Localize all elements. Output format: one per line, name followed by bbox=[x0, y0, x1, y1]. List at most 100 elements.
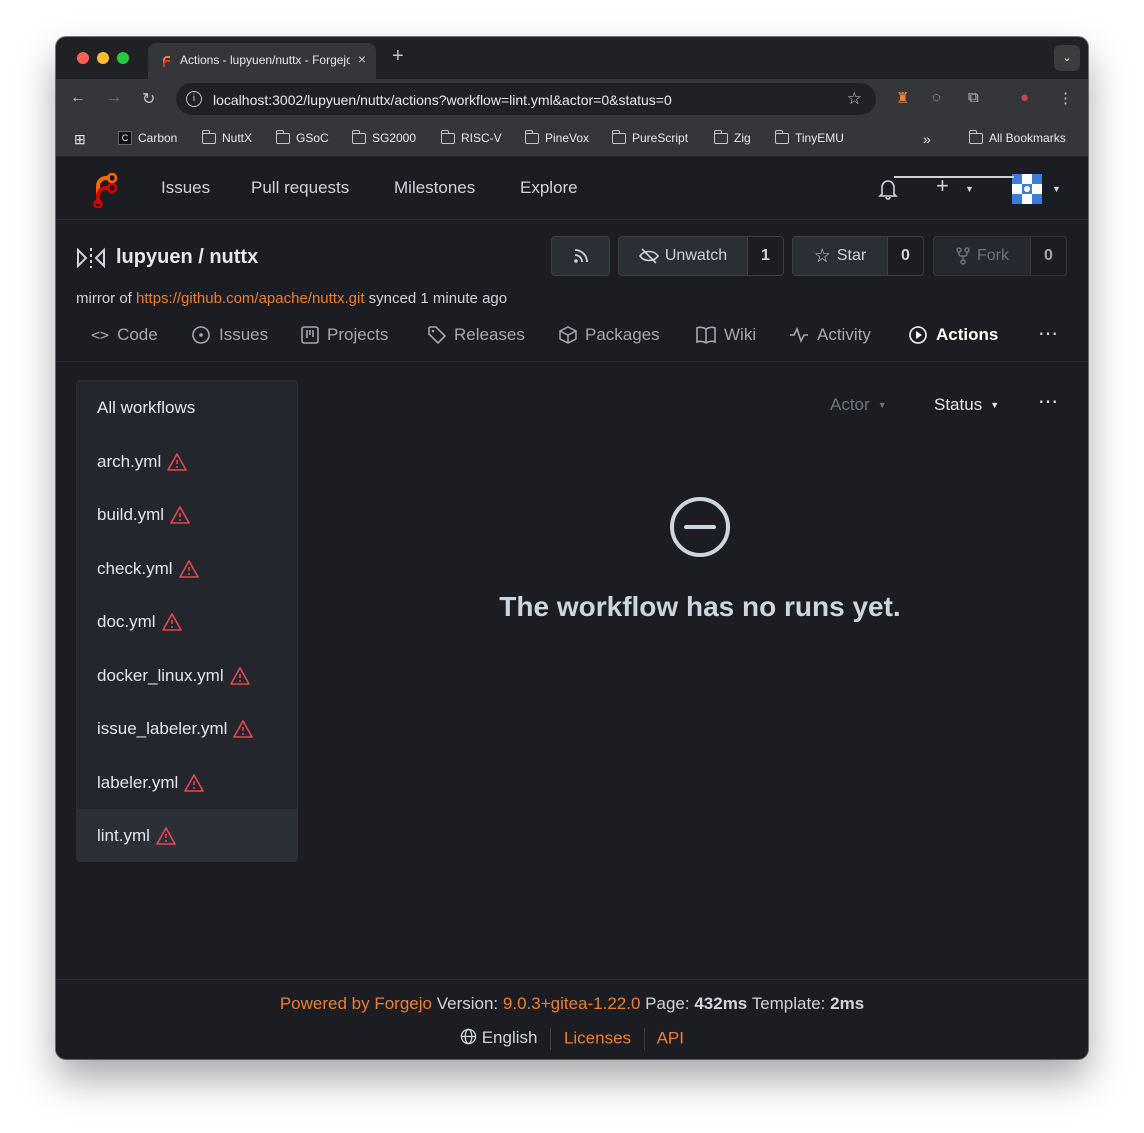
tab-wiki[interactable]: Wiki bbox=[696, 325, 756, 345]
bookmark-zig[interactable]: Zig bbox=[713, 129, 751, 145]
language-selector[interactable]: English bbox=[460, 1028, 542, 1047]
forgejo-favicon-icon bbox=[163, 56, 170, 67]
empty-state-message: The workflow has no runs yet. bbox=[499, 591, 901, 622]
extension-icon[interactable]: ♜ bbox=[896, 89, 909, 107]
user-avatar[interactable] bbox=[1012, 174, 1042, 204]
warning-icon bbox=[184, 773, 205, 792]
tab-issues[interactable]: Issues bbox=[191, 325, 268, 345]
workflow-item-docker-linux[interactable]: docker_linux.yml bbox=[77, 649, 297, 702]
browser-menu-icon[interactable]: ⋮ bbox=[1058, 89, 1073, 107]
bookmark-carbon[interactable]: C Carbon bbox=[118, 131, 177, 145]
address-bar[interactable]: i localhost:3002/lupyuen/nuttx/actions?w… bbox=[176, 83, 876, 115]
watch-count[interactable]: 1 bbox=[747, 237, 783, 275]
sync-extension-icon[interactable]: ◌ bbox=[932, 89, 941, 106]
star-button[interactable]: ☆ Star bbox=[793, 237, 887, 275]
warning-icon bbox=[229, 666, 250, 685]
site-info-icon[interactable]: i bbox=[186, 91, 202, 107]
workflow-item-all[interactable]: All workflows bbox=[77, 381, 297, 434]
all-bookmarks[interactable]: All Bookmarks bbox=[968, 129, 1066, 145]
mirror-url-link[interactable]: https://github.com/apache/nuttx.git bbox=[136, 290, 364, 307]
bookmarks-overflow-icon[interactable]: » bbox=[923, 131, 931, 147]
bookmark-sg2000[interactable]: SG2000 bbox=[351, 129, 416, 145]
apps-grid-icon[interactable]: ⊞ bbox=[74, 131, 86, 148]
nav-milestones-link[interactable]: Milestones bbox=[394, 178, 475, 198]
bookmark-star-icon[interactable]: ☆ bbox=[847, 89, 862, 109]
version-link[interactable]: 9.0.3+gitea-1.22.0 bbox=[503, 994, 641, 1013]
user-menu-caret-icon[interactable]: ▼ bbox=[1052, 184, 1061, 194]
forward-arrow-icon[interactable]: → bbox=[106, 89, 122, 107]
profile-avatar-icon[interactable]: ● bbox=[1020, 89, 1029, 106]
rss-feed-button[interactable] bbox=[551, 236, 610, 276]
star-count[interactable]: 0 bbox=[887, 237, 923, 275]
footer-links-line: English Licenses API bbox=[56, 1028, 1088, 1050]
forgejo-logo-icon[interactable] bbox=[88, 170, 120, 208]
bookmark-purescript[interactable]: PureScript bbox=[611, 129, 688, 145]
nav-pull-requests-link[interactable]: Pull requests bbox=[251, 178, 349, 198]
warning-icon bbox=[170, 505, 190, 524]
bookmark-gsoc[interactable]: GSoC bbox=[275, 129, 329, 145]
tabs-divider bbox=[56, 361, 1088, 362]
more-options-icon[interactable]: ⋯ bbox=[1038, 389, 1058, 414]
workflow-item-issue-labeler[interactable]: issue_labeler.yml bbox=[77, 702, 297, 755]
close-tab-icon[interactable]: × bbox=[358, 51, 366, 67]
warning-icon bbox=[233, 719, 254, 738]
browser-window: Actions - lupyuen/nuttx - Forgejo × + ⌄ … bbox=[56, 37, 1088, 1059]
folder-icon bbox=[351, 129, 366, 144]
warning-icon bbox=[178, 559, 199, 578]
fork-count[interactable]: 0 bbox=[1030, 237, 1066, 275]
workflow-item-lint[interactable]: lint.yml bbox=[77, 809, 297, 861]
more-tabs-icon[interactable]: ⋯ bbox=[1038, 321, 1058, 346]
tab-bar: Actions - lupyuen/nuttx - Forgejo × + ⌄ bbox=[56, 37, 1088, 79]
star-button-group: ☆ Star 0 bbox=[792, 236, 924, 276]
folder-icon bbox=[524, 129, 539, 144]
bookmark-risc-v[interactable]: RISC-V bbox=[440, 129, 502, 145]
folder-icon bbox=[440, 129, 455, 144]
tab-packages[interactable]: Packages bbox=[559, 325, 660, 345]
tab-releases[interactable]: Releases bbox=[428, 325, 525, 345]
tab-activity[interactable]: Activity bbox=[789, 325, 871, 345]
warning-icon bbox=[167, 452, 188, 471]
nav-issues-link[interactable]: Issues bbox=[161, 178, 210, 198]
workflow-item-arch[interactable]: arch.yml bbox=[77, 435, 297, 488]
tab-code[interactable]: <> Code bbox=[91, 325, 158, 345]
bookmark-tinyemu[interactable]: TinyEMU bbox=[774, 129, 844, 145]
url-text[interactable]: localhost:3002/lupyuen/nuttx/actions?wor… bbox=[213, 92, 672, 108]
workflow-item-check[interactable]: check.yml bbox=[77, 542, 297, 595]
tab-search-button[interactable]: ⌄ bbox=[1054, 45, 1080, 71]
footer-separator bbox=[550, 1028, 552, 1050]
licenses-link[interactable]: Licenses bbox=[564, 1028, 631, 1047]
tab-actions[interactable]: Actions bbox=[908, 325, 998, 345]
unwatch-button[interactable]: Unwatch bbox=[619, 237, 747, 275]
extensions-puzzle-icon[interactable]: ⧉ bbox=[968, 89, 979, 106]
create-dropdown-caret-icon[interactable]: ▼ bbox=[965, 184, 974, 194]
template-time: 2ms bbox=[830, 994, 865, 1013]
status-filter-dropdown[interactable]: Status ▼ bbox=[934, 395, 999, 415]
fork-button[interactable]: Fork bbox=[934, 237, 1030, 275]
workflow-item-build[interactable]: build.yml bbox=[77, 488, 297, 541]
back-arrow-icon[interactable]: ← bbox=[70, 89, 86, 107]
actor-filter-dropdown[interactable]: Actor ▼ bbox=[830, 395, 887, 415]
notifications-bell-icon[interactable] bbox=[878, 178, 898, 200]
folder-icon bbox=[275, 129, 290, 144]
fork-button-group: Fork 0 bbox=[933, 236, 1067, 276]
browser-tab-actions[interactable]: Actions - lupyuen/nuttx - Forgejo × bbox=[148, 43, 376, 79]
tab-title: Actions - lupyuen/nuttx - Forgejo bbox=[180, 53, 350, 67]
footer-version-line: Powered by Forgejo Version: 9.0.3+gitea-… bbox=[279, 994, 865, 1013]
book-icon bbox=[696, 326, 716, 344]
folder-icon bbox=[774, 129, 789, 144]
package-icon bbox=[559, 326, 577, 344]
folder-icon bbox=[201, 129, 216, 144]
workflow-item-labeler[interactable]: labeler.yml bbox=[77, 756, 297, 809]
maximize-window-button[interactable] bbox=[117, 52, 129, 64]
api-link[interactable]: API bbox=[657, 1028, 684, 1047]
powered-by-link[interactable]: Powered by Forgejo bbox=[280, 994, 432, 1013]
minimize-window-button[interactable] bbox=[97, 52, 109, 64]
bookmark-pinevox[interactable]: PineVox bbox=[524, 129, 589, 145]
new-tab-button[interactable]: + bbox=[392, 45, 404, 68]
bookmark-nuttx[interactable]: NuttX bbox=[201, 129, 252, 145]
tab-projects[interactable]: Projects bbox=[301, 325, 388, 345]
close-window-button[interactable] bbox=[77, 52, 89, 64]
reload-icon[interactable]: ↻ bbox=[142, 89, 155, 109]
nav-explore-link[interactable]: Explore bbox=[520, 178, 578, 198]
repo-title[interactable]: lupyuen / nuttx bbox=[116, 246, 258, 269]
